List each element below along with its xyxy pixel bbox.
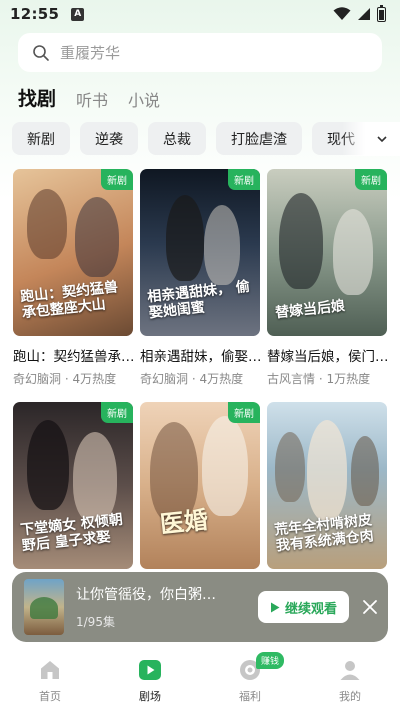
poster-title: 跑山：契约猛兽 承包整座大山 (19, 279, 119, 322)
app-indicator-icon: A (71, 7, 85, 21)
chevron-down-icon (377, 136, 387, 143)
drama-card[interactable]: 新剧 医婚 (140, 402, 260, 569)
new-badge: 新剧 (355, 169, 387, 190)
nav-label: 我的 (339, 690, 361, 703)
resume-watching-button[interactable]: 继续观看 (258, 591, 350, 623)
drama-card[interactable]: 新剧 下堂嫡女 权倾朝野后 皇子求娶 (13, 402, 133, 569)
tab-find-drama[interactable]: 找剧 (18, 84, 56, 111)
drama-card[interactable]: 荒年全村啃树皮 我有系统满仓肉 (267, 402, 387, 569)
wifi-icon (333, 7, 351, 20)
poster-title: 相亲遇甜妹， 偷娶她闺蜜 (146, 278, 251, 322)
drama-poster: 新剧 替嫁当后娘 (267, 169, 387, 336)
drama-poster: 新剧 下堂嫡女 权倾朝野后 皇子求娶 (13, 402, 133, 569)
drama-card[interactable]: 新剧 替嫁当后娘 替嫁当后娘，侯门主母 古风言情 · 1万热度 (267, 169, 389, 387)
status-bar: 12:55 A (0, 0, 400, 28)
status-icons (333, 4, 386, 22)
category-expand-button[interactable] (342, 122, 400, 156)
chip-ceo[interactable]: 总裁 (148, 122, 206, 155)
play-icon (271, 602, 280, 612)
poster-title: 下堂嫡女 权倾朝野后 皇子求娶 (19, 511, 124, 555)
drama-title: 相亲遇甜妹，偷娶她闺蜜 (140, 349, 262, 365)
mini-info: 让你管徭役，你白粥… 1/95集 (76, 584, 254, 630)
mini-title: 让你管徭役，你白粥… (76, 587, 216, 603)
drama-meta: 奇幻脑洞 · 4万热度 (13, 372, 117, 386)
drama-card[interactable]: 新剧 跑山：契约猛兽 承包整座大山 跑山：契约猛兽承包整座大山 奇幻脑洞 · 4… (13, 169, 135, 387)
tab-audiobook[interactable]: 听书 (76, 87, 108, 111)
nav-label: 剧场 (139, 690, 161, 703)
home-icon (41, 661, 59, 679)
drama-title: 跑山：契约猛兽承包整座大山 (13, 349, 135, 365)
nav-home[interactable]: 首页 (15, 658, 85, 704)
new-badge: 新剧 (101, 169, 133, 190)
drama-poster: 新剧 跑山：契约猛兽 承包整座大山 (13, 169, 133, 336)
status-time: 12:55 (10, 5, 60, 23)
drama-meta: 古风言情 · 1万热度 (267, 372, 371, 386)
new-badge: 新剧 (228, 169, 260, 190)
bottom-nav: 首页 剧场 赚钱 福利 我的 (0, 648, 400, 710)
battery-icon (377, 4, 386, 22)
person-icon (340, 661, 360, 680)
mini-thumbnail (24, 579, 64, 635)
nav-theater[interactable]: 剧场 (115, 658, 185, 704)
drama-poster: 新剧 医婚 (140, 402, 260, 569)
tab-novel[interactable]: 小说 (128, 87, 160, 111)
poster-title: 荒年全村啃树皮 我有系统满仓肉 (273, 512, 375, 555)
chip-new[interactable]: 新剧 (12, 122, 70, 155)
drama-poster: 荒年全村啃树皮 我有系统满仓肉 (267, 402, 387, 569)
drama-poster: 新剧 相亲遇甜妹， 偷娶她闺蜜 (140, 169, 260, 336)
new-badge: 新剧 (228, 402, 260, 423)
nav-label: 福利 (239, 690, 261, 703)
search-icon (33, 44, 49, 61)
nav-label: 首页 (39, 690, 61, 703)
new-badge: 新剧 (101, 402, 133, 423)
search-input[interactable] (60, 43, 360, 62)
earn-badge: 赚钱 (256, 652, 285, 669)
nav-profile[interactable]: 我的 (315, 658, 385, 704)
poster-title: 替嫁当后娘 (274, 298, 346, 322)
chip-comeback[interactable]: 逆袭 (80, 122, 138, 155)
mini-episodes: 1/95集 (76, 615, 115, 629)
signal-icon (358, 8, 370, 20)
drama-title: 替嫁当后娘，侯门主母 (267, 349, 389, 365)
continue-watching-bar[interactable]: 让你管徭役，你白粥… 1/95集 继续观看 (12, 572, 388, 642)
close-icon[interactable] (361, 598, 379, 616)
theater-play-icon (139, 660, 161, 680)
resume-label: 继续观看 (285, 601, 338, 617)
drama-card[interactable]: 新剧 相亲遇甜妹， 偷娶她闺蜜 相亲遇甜妹，偷娶她闺蜜 奇幻脑洞 · 4万热度 (140, 169, 262, 387)
chip-revenge[interactable]: 打脸虐渣 (216, 122, 302, 155)
nav-welfare[interactable]: 赚钱 福利 (215, 652, 285, 704)
top-tabs: 找剧 听书 小说 (18, 84, 160, 111)
drama-meta: 奇幻脑洞 · 4万热度 (140, 372, 244, 386)
search-bar[interactable] (18, 33, 382, 72)
